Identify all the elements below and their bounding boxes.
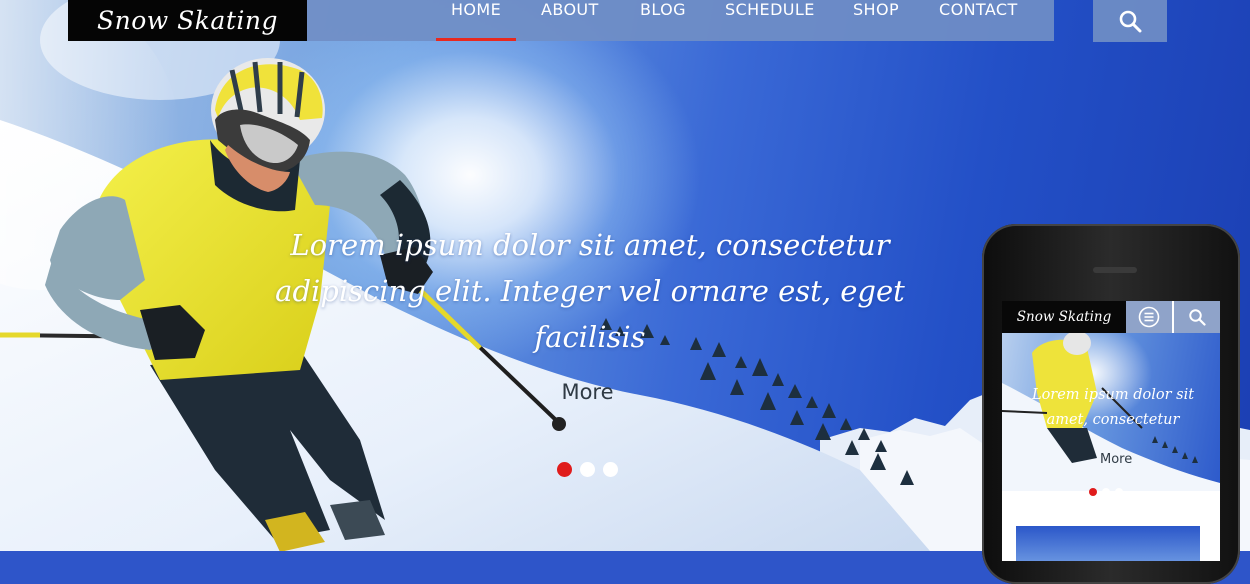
phone-menu-button[interactable] [1126, 301, 1172, 333]
phone-content-image [1016, 526, 1200, 561]
phone-slide-dot-2[interactable] [1102, 488, 1110, 496]
phone-slide-dot-3[interactable] [1115, 488, 1123, 496]
phone-slide-dot-1[interactable] [1089, 488, 1097, 496]
nav-item-contact[interactable]: CONTACT [939, 0, 1018, 41]
search-button[interactable] [1093, 0, 1167, 42]
nav-item-schedule[interactable]: SCHEDULE [725, 0, 815, 41]
hero-caption: Lorem ipsum dolor sit amet, consectetur … [275, 228, 905, 354]
slide-dot-2[interactable] [580, 462, 595, 477]
phone-screen: Lorem ipsum dolor sit amet, consectetur … [1002, 301, 1220, 561]
phone-hero-image: Lorem ipsum dolor sit amet, consectetur … [1002, 331, 1220, 496]
menu-icon [1138, 306, 1160, 328]
phone-hero-caption: Lorem ipsum dolor sit amet, consectetur [1031, 387, 1195, 428]
slider-dots [557, 462, 618, 477]
phone-slider-dots [1089, 488, 1123, 496]
more-button[interactable]: More [540, 380, 635, 404]
phone-more-button[interactable]: More [1100, 452, 1132, 467]
nav-item-about[interactable]: ABOUT [541, 0, 599, 41]
nav-item-blog[interactable]: BLOG [640, 0, 686, 41]
slide-dot-3[interactable] [603, 462, 618, 477]
nav-item-shop[interactable]: SHOP [853, 0, 899, 41]
logo-text: Snow Skating [97, 6, 278, 35]
phone-speaker [1093, 267, 1137, 273]
search-icon [1189, 309, 1206, 326]
slide-dot-1[interactable] [557, 462, 572, 477]
nav-item-home[interactable]: HOME [435, 0, 517, 41]
site-logo[interactable]: Snow Skating [68, 0, 307, 41]
main-nav: HOME ABOUT BLOG SCHEDULE SHOP CONTACT [307, 0, 1054, 41]
search-icon [1119, 10, 1142, 33]
phone-logo[interactable]: Snow Skating [1002, 301, 1126, 333]
phone-search-button[interactable] [1174, 301, 1220, 333]
